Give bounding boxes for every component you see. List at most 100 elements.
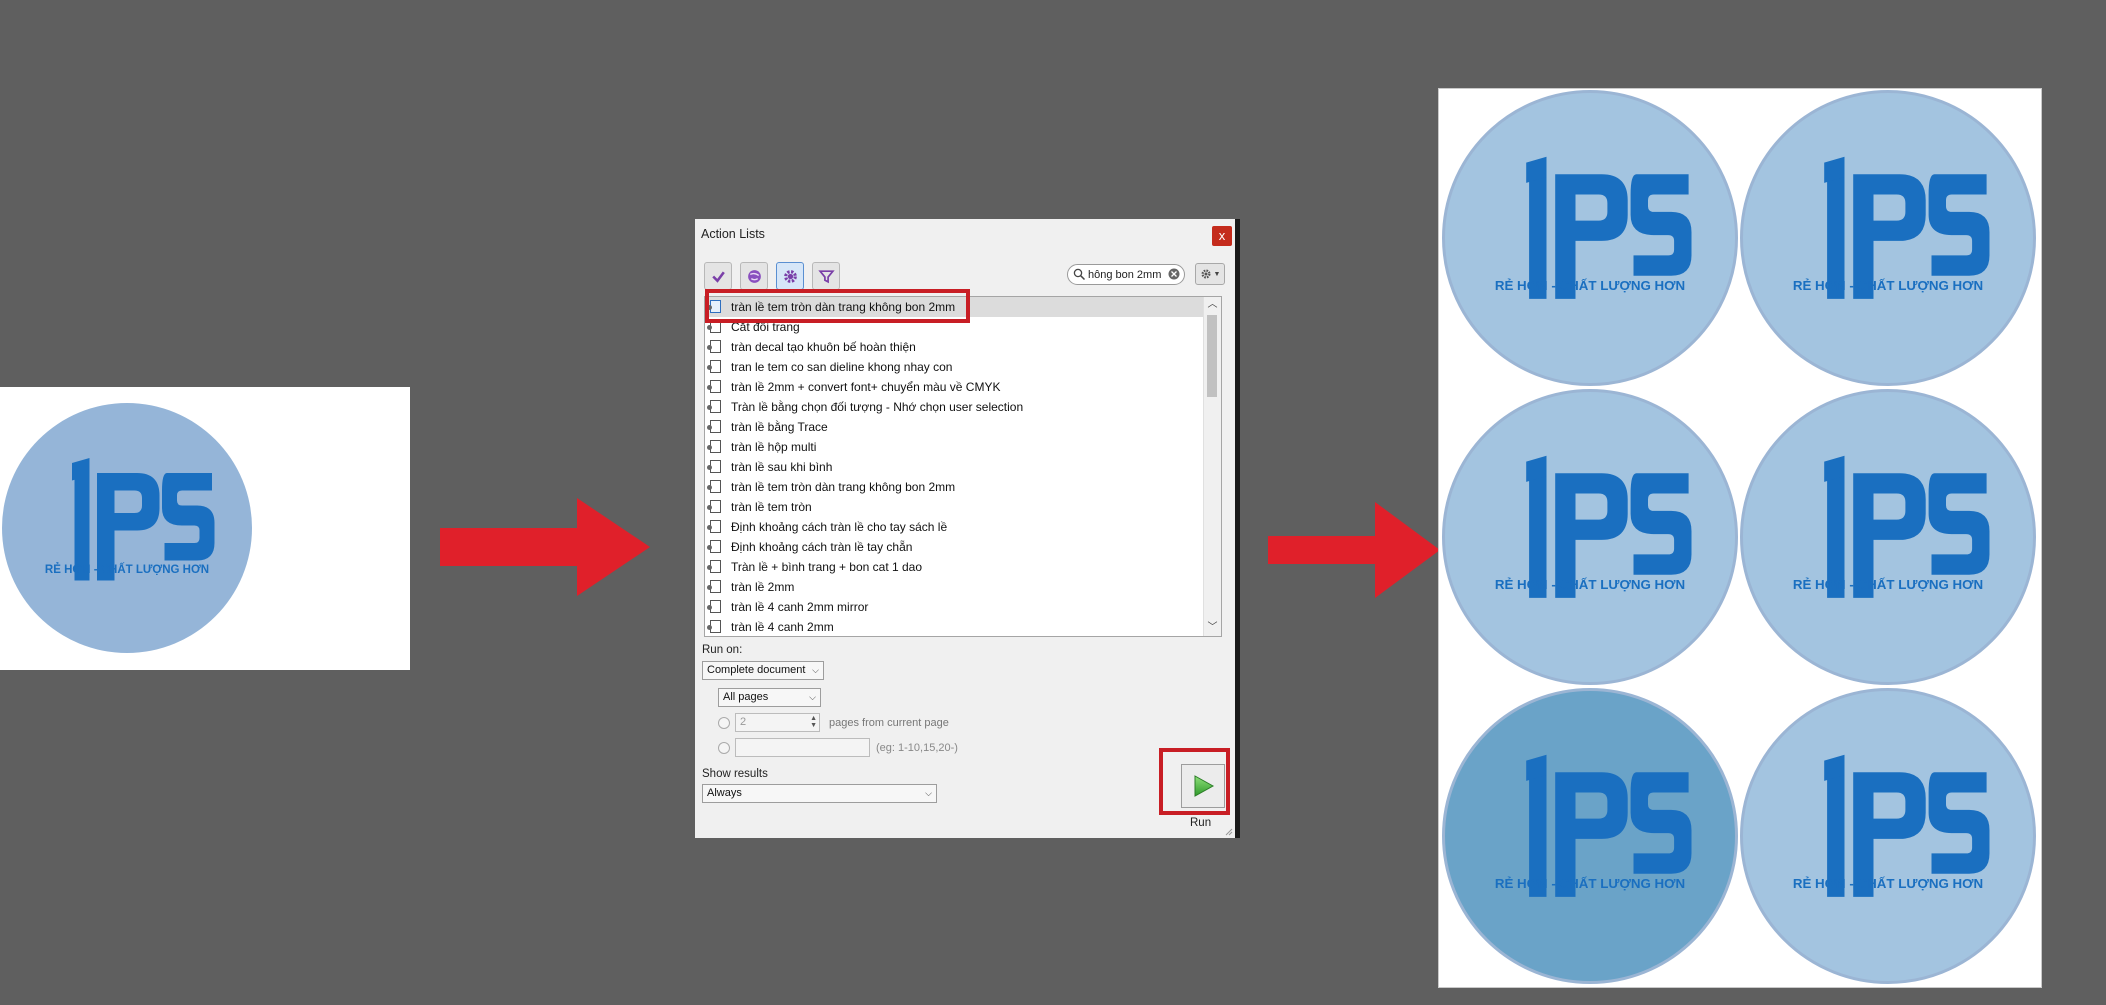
list-scrollbar[interactable]: ︿ ﹀	[1203, 297, 1221, 636]
action-list-item-label: tràn lề sau khi bình	[731, 460, 833, 474]
action-list-item-label: tràn lề hộp multi	[731, 440, 817, 454]
ips-logo: RẺ HƠN - CHẤT LƯỢNG HƠN	[1793, 156, 1990, 299]
imposed-round-sticker: RẺ HƠN - CHẤT LƯỢNG HƠN	[1740, 90, 2036, 386]
settings-dropdown-button[interactable]: ▼	[1195, 263, 1225, 285]
scroll-up-icon[interactable]: ︿	[1204, 297, 1221, 313]
clear-search-icon[interactable]	[1168, 268, 1180, 280]
action-list-item[interactable]: tràn lề 2mm	[705, 577, 1205, 597]
checkmark-filter-button[interactable]	[704, 262, 732, 290]
action-list-items: tràn lề tem tròn dàn trang không bon 2mm…	[705, 297, 1205, 636]
source-design-card: RẺ HƠN - CHẤT LƯỢNG HƠN	[0, 387, 410, 670]
search-box[interactable]	[1067, 264, 1185, 285]
action-document-icon	[707, 440, 721, 453]
action-list-item-label: Định khoảng cách tràn lề cho tay sách lề	[731, 520, 948, 534]
pages-count-value: 2	[740, 716, 747, 728]
ips-logo: RẺ HƠN - CHẤT LƯỢNG HƠN	[45, 458, 215, 581]
highlight-run-button	[1159, 748, 1230, 815]
chevron-down-icon: ⌵	[809, 692, 816, 702]
action-document-icon	[707, 400, 721, 413]
action-list-item[interactable]: tràn lề hộp multi	[705, 437, 1205, 457]
imposed-round-sticker: RẺ HƠN - CHẤT LƯỢNG HƠN	[1442, 688, 1738, 984]
logo-tagline: RẺ HƠN - CHẤT LƯỢNG HƠN	[1793, 278, 1983, 293]
page-range-hint: (eg: 1-10,15,20-)	[876, 742, 958, 754]
arrow-right-icon	[440, 498, 650, 596]
arrow-right-icon	[1268, 502, 1440, 598]
action-document-icon	[707, 540, 721, 553]
action-document-icon	[707, 500, 721, 513]
search-input[interactable]	[1088, 268, 1166, 281]
page-range-field[interactable]	[735, 738, 870, 757]
action-list-item[interactable]: tràn lề 2mm + convert font+ chuyển màu v…	[705, 377, 1205, 397]
action-list-item[interactable]: Tràn lề + bình trang + bon cat 1 dao	[705, 557, 1205, 577]
gear-icon	[783, 269, 797, 283]
imposed-round-sticker: RẺ HƠN - CHẤT LƯỢNG HƠN	[1740, 389, 2036, 685]
action-list-item[interactable]: Tràn lề bằng chọn đối tượng - Nhớ chọn u…	[705, 397, 1205, 417]
action-list-item[interactable]: Định khoảng cách tràn lề tay chẵn	[705, 537, 1205, 557]
action-list-item[interactable]: tràn lề tem tròn dàn trang không bon 2mm	[705, 477, 1205, 497]
action-list-item-label: Tràn lề bằng chọn đối tượng - Nhớ chọn u…	[731, 400, 1024, 414]
dialog-title: Action Lists	[701, 227, 765, 241]
action-document-icon	[707, 340, 721, 353]
source-round-sticker: RẺ HƠN - CHẤT LƯỢNG HƠN	[2, 403, 252, 653]
action-document-icon	[707, 380, 721, 393]
action-document-icon	[707, 360, 721, 373]
search-icon	[1073, 268, 1086, 281]
action-list-item[interactable]: tràn lề tem tròn	[705, 497, 1205, 517]
pages-from-current-radio[interactable]	[718, 717, 730, 729]
pages-value: All pages	[723, 691, 769, 703]
run-on-select[interactable]: Complete document ⌵	[702, 661, 824, 680]
highlight-selected-action	[705, 289, 970, 323]
ips-logo: RẺ HƠN - CHẤT LƯỢNG HƠN	[1495, 455, 1692, 598]
stepper-arrows-icon[interactable]: ▲ ▼	[810, 715, 817, 729]
globe-filter-button[interactable]	[740, 262, 768, 290]
action-list-item-label: tràn lề 4 canh 2mm	[731, 620, 834, 634]
imposed-round-sticker: RẺ HƠN - CHẤT LƯỢNG HƠN	[1740, 688, 2036, 984]
action-list-item-label: tràn lề 2mm	[731, 580, 795, 594]
ips-logo: RẺ HƠN - CHẤT LƯỢNG HƠN	[1793, 754, 1990, 897]
action-list-item-label: Tràn lề + bình trang + bon cat 1 dao	[731, 560, 923, 574]
page-range-radio[interactable]	[718, 742, 730, 754]
logo-tagline: RẺ HƠN - CHẤT LƯỢNG HƠN	[1793, 876, 1983, 891]
action-list-item[interactable]: tràn lề bằng Trace	[705, 417, 1205, 437]
gear-dropdown-icon	[1201, 269, 1211, 279]
filter-button[interactable]	[812, 262, 840, 290]
pages-count-stepper[interactable]: 2 ▲ ▼	[735, 713, 820, 732]
action-document-icon	[707, 560, 721, 573]
action-list[interactable]: tràn lề tem tròn dàn trang không bon 2mm…	[704, 296, 1222, 637]
action-list-item-label: Định khoảng cách tràn lề tay chẵn	[731, 540, 913, 554]
scroll-thumb[interactable]	[1207, 315, 1217, 397]
action-list-item-label: tràn decal tạo khuôn bế hoàn thiện	[731, 340, 916, 354]
run-on-value: Complete document	[707, 664, 806, 676]
logo-tagline: RẺ HƠN - CHẤT LƯỢNG HƠN	[1495, 577, 1685, 592]
action-list-item[interactable]: tràn lề 4 canh 2mm	[705, 617, 1205, 636]
action-document-icon	[707, 600, 721, 613]
ips-logo: RẺ HƠN - CHẤT LƯỢNG HƠN	[1793, 455, 1990, 598]
close-button[interactable]: x	[1212, 226, 1232, 246]
scroll-down-icon[interactable]: ﹀	[1204, 620, 1221, 636]
action-list-item[interactable]: tràn lề 4 canh 2mm mirror	[705, 597, 1205, 617]
resize-grip-icon[interactable]	[1225, 828, 1233, 836]
filter-icon	[817, 269, 835, 283]
action-list-item[interactable]: tran le tem co san dieline khong nhay co…	[705, 357, 1205, 377]
pages-select[interactable]: All pages ⌵	[718, 688, 821, 707]
run-label: Run	[1190, 817, 1212, 829]
show-results-value: Always	[707, 787, 742, 799]
action-document-icon	[707, 460, 721, 473]
logo-tagline: RẺ HƠN - CHẤT LƯỢNG HƠN	[1495, 278, 1685, 293]
chevron-down-icon: ⌵	[925, 788, 932, 798]
show-results-select[interactable]: Always ⌵	[702, 784, 937, 803]
logo-tagline: RẺ HƠN - CHẤT LƯỢNG HƠN	[45, 563, 209, 576]
action-list-item-label: tràn lề tem tròn dàn trang không bon 2mm	[731, 480, 956, 494]
checkmark-icon	[711, 270, 725, 283]
action-list-item-label: tràn lề 4 canh 2mm mirror	[731, 600, 869, 614]
output-sheet: RẺ HƠN - CHẤT LƯỢNG HƠN RẺ HƠN - CHẤT LƯỢ…	[1438, 88, 2042, 988]
chevron-down-icon: ▼	[1213, 270, 1221, 278]
action-document-icon	[707, 420, 721, 433]
gear-filter-button[interactable]	[776, 262, 804, 290]
action-list-item[interactable]: Định khoảng cách tràn lề cho tay sách lề	[705, 517, 1205, 537]
action-document-icon	[707, 620, 721, 633]
action-list-item[interactable]: tràn lề sau khi bình	[705, 457, 1205, 477]
action-document-icon	[707, 520, 721, 533]
action-list-item[interactable]: tràn decal tạo khuôn bế hoàn thiện	[705, 337, 1205, 357]
imposed-round-sticker: RẺ HƠN - CHẤT LƯỢNG HƠN	[1442, 90, 1738, 386]
